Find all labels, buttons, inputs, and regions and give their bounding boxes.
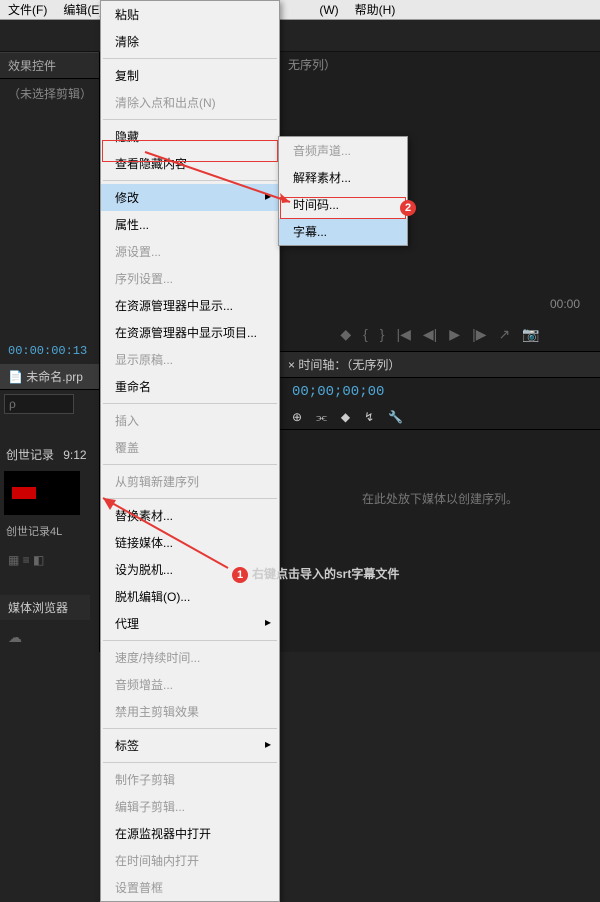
ctx-hide[interactable]: 隐藏 <box>101 123 279 150</box>
mark-in-icon[interactable]: ◆ <box>340 326 351 343</box>
ctx-label[interactable]: 标签 <box>101 732 279 759</box>
ctx-sequence-settings: 序列设置... <box>101 265 279 292</box>
ctx-insert: 插入 <box>101 407 279 434</box>
timeline-empty-text: 在此处放下媒体以创建序列。 <box>280 430 600 567</box>
ctx-reveal-project[interactable]: 在资源管理器中显示项目... <box>101 319 279 346</box>
ctx-source-settings: 源设置... <box>101 238 279 265</box>
ctx-bom[interactable]: 脱机编辑(O)... <box>101 583 279 610</box>
link-icon[interactable]: ⫘ <box>316 410 327 425</box>
project-tab-label: 未命名.prp <box>26 370 83 384</box>
prev-frame-icon[interactable]: ◀| <box>423 326 437 343</box>
mark-out-icon[interactable]: } <box>380 326 385 343</box>
settings-icon[interactable]: ↯ <box>364 410 374 425</box>
timeline-header: × 时间轴：（无序列） <box>280 352 600 378</box>
ctx-overwrite: 覆盖 <box>101 434 279 461</box>
source-timecode: 00:00:00:13 <box>0 338 99 364</box>
cc-icon: ☁ <box>8 629 22 646</box>
toolbar <box>0 20 600 52</box>
clip-1[interactable]: 创世记录 9:12 <box>4 444 95 465</box>
timeline-tools: ⊕ ⫘ ◆ ↯ 🔧 <box>280 406 600 430</box>
modify-submenu: 音频声道... 解释素材... 时间码... 字幕... <box>278 136 408 246</box>
sub-audio-channels: 音频声道... <box>279 137 407 164</box>
menu-bar: 文件(F) 编辑(E) (W) 帮助(H) <box>0 0 600 20</box>
menu-file[interactable]: 文件(F) <box>0 1 55 18</box>
snap-icon[interactable]: ⊕ <box>292 410 302 425</box>
ctx-show-original: 显示原稿... <box>101 346 279 373</box>
add-marker-icon[interactable]: { <box>363 326 368 343</box>
ctx-view-hidden[interactable]: 查看隐藏内容 <box>101 150 279 177</box>
play-icon[interactable]: ▶ <box>449 326 460 343</box>
effect-controls-header[interactable]: 效果控件 <box>0 52 99 79</box>
monitor-controls: ◆ { } |◀ ◀| ▶ |▶ ↗ 📷 <box>280 326 600 343</box>
badge-2: 2 <box>400 200 416 216</box>
ctx-open-source[interactable]: 在源监视器中打开 <box>101 820 279 847</box>
project-search[interactable] <box>4 394 74 414</box>
ctx-properties[interactable]: 属性... <box>101 211 279 238</box>
timeline-timecode: 00;00;00;00 <box>280 378 600 406</box>
timeline-title: 时间轴：（无序列） <box>298 358 400 372</box>
sub-interpret[interactable]: 解释素材... <box>279 164 407 191</box>
next-frame-icon[interactable]: |▶ <box>472 326 486 343</box>
ctx-in-out: 清除入点和出点(N) <box>101 89 279 116</box>
menu-help[interactable]: 帮助(H) <box>347 1 404 18</box>
clip-thumbnail[interactable] <box>4 471 80 515</box>
ctx-clear[interactable]: 清除 <box>101 28 279 55</box>
ctx-rename[interactable]: 重命名 <box>101 373 279 400</box>
marker-icon[interactable]: ◆ <box>341 410 350 425</box>
left-column: 效果控件 （未选择剪辑） 00:00:00:13 📄 未命名.prp 创世记录 … <box>0 52 100 652</box>
annotation-text: 1右键点击导入的srt字幕文件 <box>232 565 399 583</box>
step-fwd-icon[interactable]: ↗ <box>498 326 510 343</box>
sub-captions[interactable]: 字幕... <box>279 218 407 245</box>
context-menu: 粘贴 清除 复制 清除入点和出点(N) 隐藏 查看隐藏内容 修改 属性... 源… <box>100 0 280 902</box>
media-browser-tab[interactable]: 媒体浏览器 <box>0 595 90 620</box>
ctx-paste[interactable]: 粘贴 <box>101 1 279 28</box>
wrench-icon[interactable]: 🔧 <box>388 410 403 425</box>
no-clip-label: （未选择剪辑） <box>0 79 99 108</box>
export-frame-icon[interactable]: 📷 <box>522 326 539 343</box>
ctx-speed: 速度/持续时间... <box>101 644 279 671</box>
badge-1: 1 <box>232 567 248 583</box>
ctx-proxy[interactable]: 代理 <box>101 610 279 637</box>
ctx-link[interactable]: 链接媒体... <box>101 529 279 556</box>
sub-timecode[interactable]: 时间码... <box>279 191 407 218</box>
monitor-seq-label: 无序列） <box>280 52 600 77</box>
step-back-icon[interactable]: |◀ <box>396 326 410 343</box>
ctx-new-seq: 从剪辑新建序列 <box>101 468 279 495</box>
ctx-disable-fx: 禁用主剪辑效果 <box>101 698 279 725</box>
menu-w[interactable]: (W) <box>311 3 346 17</box>
monitor-duration: 00:00 <box>550 297 580 311</box>
ctx-open-timeline: 在时间轴内打开 <box>101 847 279 874</box>
ctx-set-poster: 设置普框 <box>101 874 279 901</box>
ctx-edit-sub: 编辑子剪辑... <box>101 793 279 820</box>
ctx-copy[interactable]: 复制 <box>101 62 279 89</box>
ctx-replace[interactable]: 替换素材... <box>101 502 279 529</box>
ctx-gain: 音频增益... <box>101 671 279 698</box>
clip-2[interactable]: 创世记录4L <box>4 521 95 541</box>
ctx-modify[interactable]: 修改 <box>101 184 279 211</box>
view-toggles[interactable]: ▦ ≡ ◧ <box>0 547 99 573</box>
project-tab[interactable]: 📄 未命名.prp <box>0 364 99 390</box>
ctx-reveal-explorer[interactable]: 在资源管理器中显示... <box>101 292 279 319</box>
ctx-make-sub: 制作子剪辑 <box>101 766 279 793</box>
